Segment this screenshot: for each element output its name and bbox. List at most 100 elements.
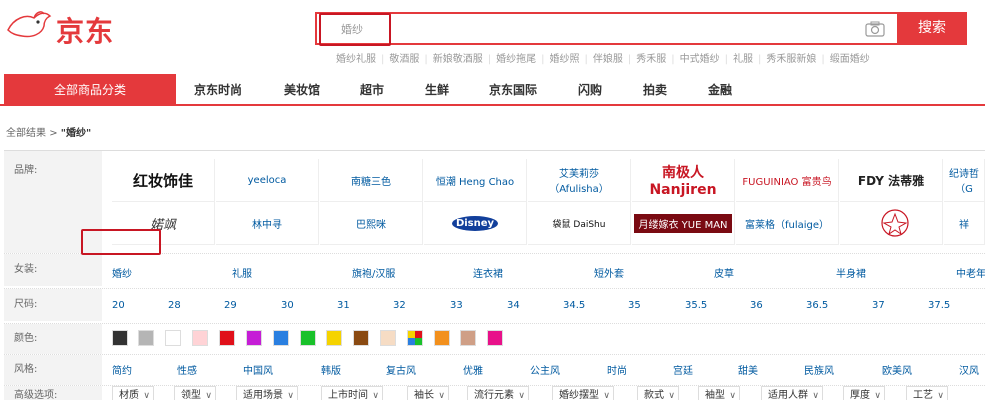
hotword-link[interactable]: 中式婚纱 <box>680 54 720 65</box>
nav-item[interactable]: 拍卖 <box>643 74 667 106</box>
advanced-dropdown[interactable]: 工艺 <box>906 386 948 400</box>
style-option[interactable]: 欧美风 <box>882 362 912 377</box>
size-option[interactable]: 29 <box>224 300 237 311</box>
women-option[interactable]: 短外套 <box>594 265 624 280</box>
advanced-dropdown[interactable]: 款式 <box>637 386 679 400</box>
brand-item[interactable]: 林中寻 <box>216 202 319 245</box>
hotword-link[interactable]: 婚纱拖尾 <box>496 54 536 65</box>
nav-item[interactable]: 超市 <box>360 74 384 106</box>
color-swatch[interactable] <box>326 330 342 346</box>
women-option[interactable]: 婚纱 <box>112 265 132 280</box>
size-option[interactable]: 35 <box>628 300 641 311</box>
nav-item[interactable]: 美妆馆 <box>284 74 320 106</box>
style-option[interactable]: 汉风 <box>959 362 979 377</box>
brand-item[interactable]: 南糖三色 <box>320 159 423 202</box>
brand-item[interactable]: FUGUINIAO 富贵鸟 <box>736 159 839 202</box>
hotword-link[interactable]: 伴娘服 <box>593 54 623 65</box>
style-option[interactable]: 时尚 <box>607 362 627 377</box>
size-option[interactable]: 20 <box>112 300 125 311</box>
hotword-link[interactable]: 新娘敬酒服 <box>433 54 483 65</box>
advanced-dropdown[interactable]: 袖长 <box>407 386 449 400</box>
color-swatch[interactable] <box>300 330 316 346</box>
style-option[interactable]: 公主风 <box>530 362 560 377</box>
hotword-link[interactable]: 缎面婚纱 <box>830 54 870 65</box>
color-swatch[interactable] <box>273 330 289 346</box>
style-option[interactable]: 中国风 <box>243 362 273 377</box>
style-option[interactable]: 性感 <box>177 362 197 377</box>
color-swatch[interactable] <box>353 330 369 346</box>
color-swatch[interactable] <box>460 330 476 346</box>
size-option[interactable]: 28 <box>168 300 181 311</box>
brand-item[interactable]: 红妆饰佳 <box>112 159 215 202</box>
hotword-link[interactable]: 婚纱礼服 <box>336 54 376 65</box>
search-input[interactable] <box>341 20 821 38</box>
brand-item[interactable]: 纪诗哲（G <box>944 159 985 202</box>
search-box[interactable] <box>315 12 897 46</box>
brand-item[interactable]: 月缕嫁衣 YUE MAN <box>632 202 735 245</box>
size-option[interactable]: 32 <box>393 300 406 311</box>
jd-logo[interactable]: 京东 <box>4 4 134 48</box>
style-option[interactable]: 甜美 <box>738 362 758 377</box>
style-option[interactable]: 韩版 <box>321 362 341 377</box>
hotword-link[interactable]: 秀禾服 <box>636 54 666 65</box>
breadcrumb-root[interactable]: 全部结果 <box>6 128 46 139</box>
color-swatch[interactable] <box>165 330 181 346</box>
advanced-dropdown[interactable]: 袖型 <box>698 386 740 400</box>
size-option[interactable]: 37 <box>872 300 885 311</box>
advanced-dropdown[interactable]: 适用人群 <box>761 386 823 400</box>
brand-item[interactable]: 袋鼠 DaiShu <box>528 202 631 245</box>
women-option[interactable]: 皮草 <box>714 265 734 280</box>
size-option[interactable]: 37.5 <box>928 300 950 311</box>
women-option[interactable]: 半身裙 <box>836 265 866 280</box>
advanced-dropdown[interactable]: 适用场景 <box>236 386 298 400</box>
color-swatch[interactable] <box>138 330 154 346</box>
hotword-link[interactable]: 礼服 <box>733 54 753 65</box>
advanced-dropdown[interactable]: 流行元素 <box>467 386 529 400</box>
all-categories-button[interactable]: 全部商品分类 <box>4 74 176 106</box>
brand-item[interactable]: Disney <box>424 202 527 245</box>
search-button[interactable]: 搜索 <box>897 12 967 45</box>
style-option[interactable]: 简约 <box>112 362 132 377</box>
brand-item[interactable]: 南极人 Nanjiren <box>632 159 735 202</box>
style-option[interactable]: 复古风 <box>386 362 416 377</box>
brand-item[interactable]: 祥 <box>944 202 985 245</box>
hotword-link[interactable]: 秀禾服新娘 <box>766 54 816 65</box>
color-swatch[interactable] <box>246 330 262 346</box>
nav-item[interactable]: 京东国际 <box>489 74 537 106</box>
color-swatch[interactable] <box>192 330 208 346</box>
advanced-dropdown[interactable]: 厚度 <box>843 386 885 400</box>
color-swatch[interactable] <box>487 330 503 346</box>
color-swatch[interactable] <box>407 330 423 346</box>
color-swatch[interactable] <box>112 330 128 346</box>
brand-item[interactable]: yeeloca <box>216 159 319 202</box>
advanced-dropdown[interactable]: 材质 <box>112 386 154 400</box>
nav-item[interactable]: 闪购 <box>578 74 602 106</box>
size-option[interactable]: 36 <box>750 300 763 311</box>
hotword-link[interactable]: 婚纱照 <box>550 54 580 65</box>
style-option[interactable]: 宫廷 <box>673 362 693 377</box>
nav-item[interactable]: 生鲜 <box>425 74 449 106</box>
size-option[interactable]: 30 <box>281 300 294 311</box>
brand-item[interactable]: 艾芙莉莎（Afulisha） <box>528 159 631 202</box>
women-option[interactable]: 礼服 <box>232 265 252 280</box>
nav-item[interactable]: 京东时尚 <box>194 74 242 106</box>
advanced-dropdown[interactable]: 领型 <box>174 386 216 400</box>
brand-item[interactable]: 巴熙咪 <box>320 202 423 245</box>
brand-item[interactable] <box>840 202 943 245</box>
size-option[interactable]: 34 <box>507 300 520 311</box>
women-option[interactable]: 旗袍/汉服 <box>352 265 395 280</box>
size-option[interactable]: 34.5 <box>563 300 585 311</box>
style-option[interactable]: 民族风 <box>804 362 834 377</box>
hotword-link[interactable]: 敬酒服 <box>389 54 419 65</box>
advanced-dropdown[interactable]: 婚纱摆型 <box>552 386 614 400</box>
advanced-dropdown[interactable]: 上市时间 <box>321 386 383 400</box>
size-option[interactable]: 31 <box>337 300 350 311</box>
color-swatch[interactable] <box>434 330 450 346</box>
brand-item[interactable]: 富莱格（fulaige） <box>736 202 839 245</box>
color-swatch[interactable] <box>380 330 396 346</box>
size-option[interactable]: 36.5 <box>806 300 828 311</box>
size-option[interactable]: 33 <box>450 300 463 311</box>
nav-item[interactable]: 金融 <box>708 74 732 106</box>
women-option[interactable]: 中老年 <box>956 265 985 280</box>
camera-icon[interactable] <box>865 21 885 37</box>
